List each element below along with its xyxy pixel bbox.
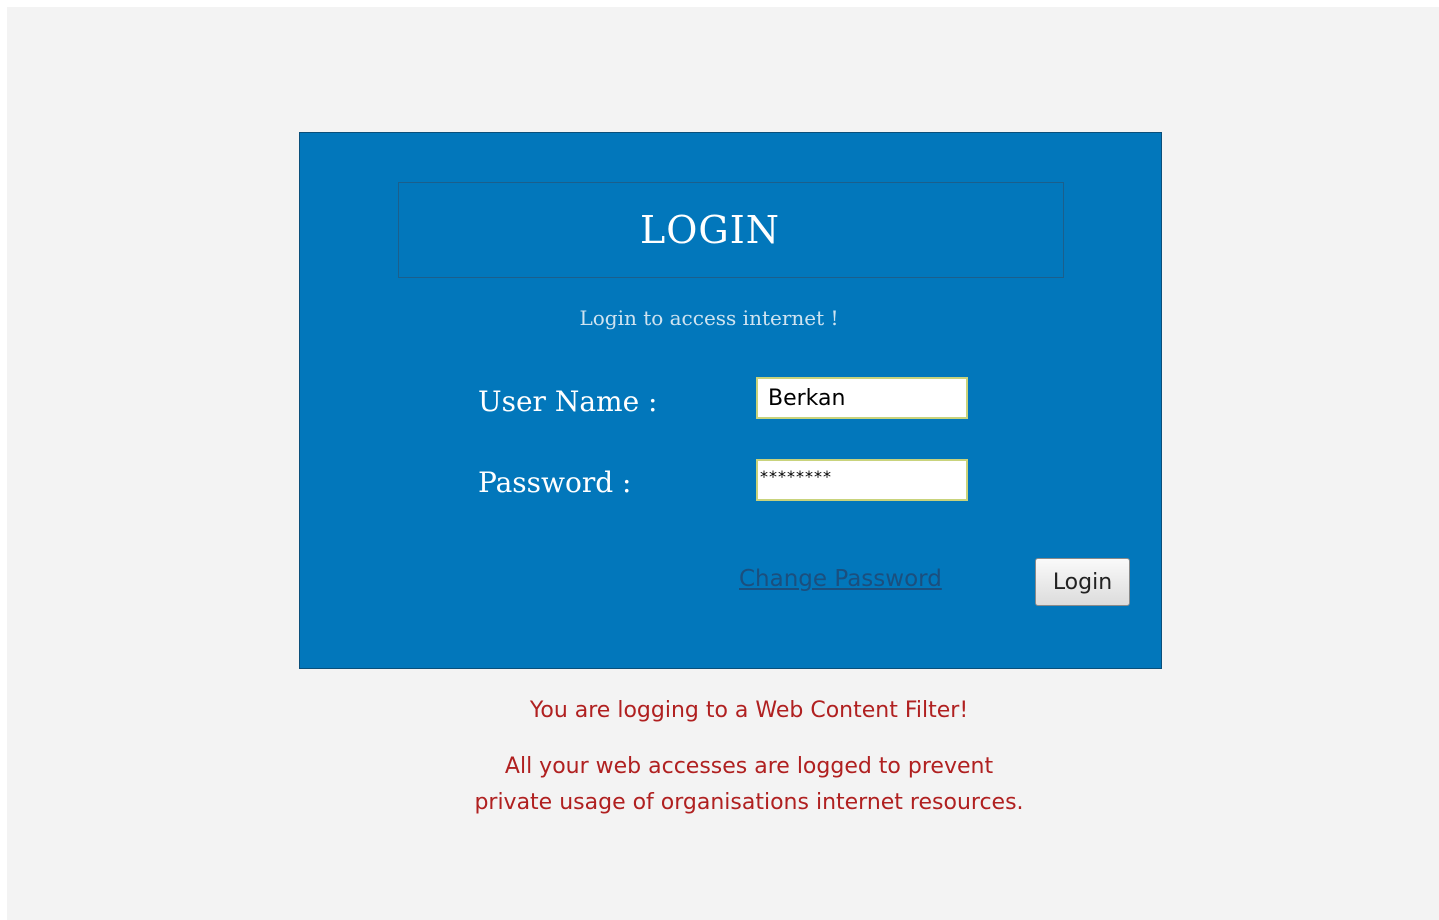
title-box: LOGIN — [398, 182, 1064, 278]
username-input[interactable] — [756, 377, 968, 419]
notice-logging-line-1: All your web accesses are logged to prev… — [504, 754, 994, 779]
login-subtitle: Login to access internet ! — [579, 306, 839, 330]
login-panel: LOGIN Login to access internet ! User Na… — [299, 132, 1162, 669]
notice-logging: All your web accesses are logged to prev… — [7, 749, 1439, 821]
login-title: LOGIN — [639, 208, 780, 252]
login-button[interactable]: Login — [1035, 558, 1130, 606]
username-label: User Name : — [478, 385, 658, 418]
page-background: LOGIN Login to access internet ! User Na… — [7, 7, 1439, 920]
change-password-link[interactable]: Change Password — [739, 566, 942, 592]
notice-logging-line-2: private usage of organisations internet … — [474, 790, 1024, 815]
password-label: Password : — [478, 466, 632, 499]
password-input[interactable] — [756, 459, 968, 501]
notice-web-filter: You are logging to a Web Content Filter! — [529, 698, 969, 723]
